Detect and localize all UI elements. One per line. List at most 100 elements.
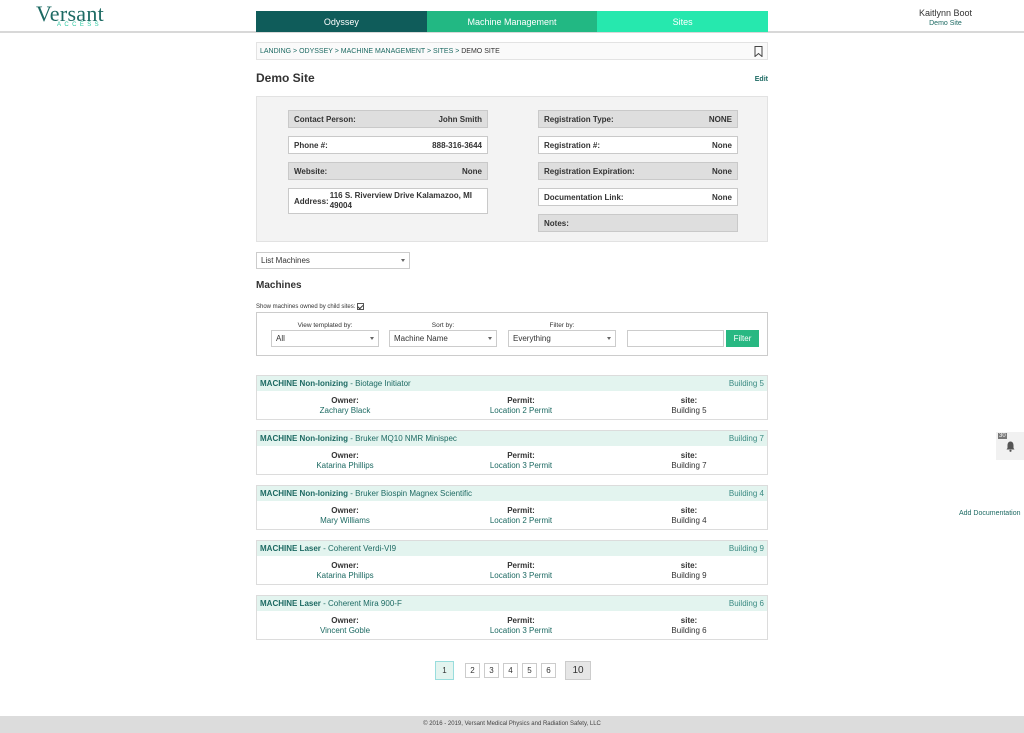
page-10-button[interactable]: 10 <box>565 661 591 680</box>
field-value: None <box>712 140 732 150</box>
nav-machine-management[interactable]: Machine Management <box>426 11 598 32</box>
owner-label: Owner: <box>331 506 359 515</box>
field-label: Contact Person: <box>294 114 356 124</box>
field-value: None <box>712 166 732 176</box>
page-2-button[interactable]: 2 <box>465 663 480 678</box>
child-sites-checkbox[interactable] <box>357 303 365 310</box>
permit-label: Permit: <box>507 616 535 625</box>
site-column: site: Building 4 <box>629 506 749 525</box>
site-label: site: <box>680 561 698 570</box>
machine-type: MACHINE Laser <box>260 544 321 553</box>
bookmark-icon[interactable] <box>754 46 763 57</box>
list-type-select[interactable]: List Machines <box>256 252 410 269</box>
edit-link[interactable]: Edit <box>755 76 768 83</box>
site-column: site: Building 5 <box>629 396 749 415</box>
phone-field: Phone #: 888-316-3644 <box>288 136 488 154</box>
website-field: Website: None <box>288 162 488 180</box>
owner-label: Owner: <box>331 616 359 625</box>
owner-value[interactable]: Zachary Black <box>285 406 405 415</box>
footer: © 2016 - 2019, Versant Medical Physics a… <box>0 716 1024 733</box>
page-5-button[interactable]: 5 <box>522 663 537 678</box>
sort-by-select[interactable]: Machine Name <box>389 330 497 347</box>
owner-column: Owner: Katarina Phillips <box>285 561 405 580</box>
breadcrumb-current: DEMO SITE <box>461 48 500 55</box>
owner-value[interactable]: Mary Williams <box>285 516 405 525</box>
machine-card-header[interactable]: MACHINE Non-Ionizing - Bruker MQ10 NMR M… <box>257 431 767 446</box>
field-label: Registration Expiration: <box>544 166 635 176</box>
site-column: site: Building 6 <box>629 616 749 635</box>
page-1-button[interactable]: 1 <box>435 661 454 680</box>
site-value: Building 5 <box>671 406 707 415</box>
select-value: Machine Name <box>394 334 448 343</box>
filter-text-input[interactable] <box>627 330 724 347</box>
permit-value[interactable]: Location 3 Permit <box>461 626 581 635</box>
permit-value[interactable]: Location 2 Permit <box>461 406 581 415</box>
versant-logo[interactable]: Versant ACCESS <box>36 3 104 29</box>
filter-panel: View templated by: All Sort by: Machine … <box>256 312 768 356</box>
breadcrumb-path[interactable]: LANDING > ODYSSEY > MACHINE MANAGEMENT >… <box>260 48 461 55</box>
page-3-button[interactable]: 3 <box>484 663 499 678</box>
owner-column: Owner: Vincent Goble <box>285 616 405 635</box>
machine-card-header[interactable]: MACHINE Non-Ionizing - Biotage Initiator… <box>257 376 767 391</box>
field-value[interactable]: None <box>712 193 732 202</box>
machine-building: Building 4 <box>728 489 764 498</box>
top-bar: Versant ACCESS Odyssey Machine Managemen… <box>0 0 1024 33</box>
chevron-down-icon <box>488 337 492 340</box>
owner-value[interactable]: Vincent Goble <box>285 626 405 635</box>
chevron-down-icon <box>370 337 374 340</box>
site-column: site: Building 7 <box>629 451 749 470</box>
owner-label: Owner: <box>331 451 359 460</box>
field-value: NONE <box>708 114 732 124</box>
notifications-button[interactable]: 30 <box>996 432 1024 460</box>
site-value: Building 6 <box>671 626 707 635</box>
child-sites-toggle: Show machines owned by child sites: <box>256 303 365 310</box>
site-value: Building 7 <box>671 461 707 470</box>
machine-card: MACHINE Laser - Coherent Verdi-VI9 Buildi… <box>256 540 768 585</box>
machine-card-header[interactable]: MACHINE Non-Ionizing - Bruker Biospin Ma… <box>257 486 767 501</box>
field-label: Documentation Link: <box>544 192 624 202</box>
page-4-button[interactable]: 4 <box>503 663 518 678</box>
machine-type: MACHINE Non-Ionizing <box>260 489 348 498</box>
registration-expiration-field: Registration Expiration: None <box>538 162 738 180</box>
page-6-button[interactable]: 6 <box>541 663 556 678</box>
owner-column: Owner: Mary Williams <box>285 506 405 525</box>
machines-heading: Machines <box>256 280 302 291</box>
filter-by-select[interactable]: Everything <box>508 330 616 347</box>
machine-card: MACHINE Laser - Coherent Mira 900-F Build… <box>256 595 768 640</box>
machine-card-header[interactable]: MACHINE Laser - Coherent Mira 900-F Build… <box>257 596 767 611</box>
machine-building: Building 7 <box>728 434 764 443</box>
owner-value[interactable]: Katarina Phillips <box>285 461 405 470</box>
child-sites-label: Show machines owned by child sites: <box>256 303 356 310</box>
permit-label: Permit: <box>507 451 535 460</box>
nav-sites[interactable]: Sites <box>597 11 769 32</box>
view-templated-select[interactable]: All <box>271 330 379 347</box>
field-label: Address: <box>294 196 329 206</box>
site-label: site: <box>680 396 698 405</box>
permit-value[interactable]: Location 3 Permit <box>461 461 581 470</box>
bell-icon <box>1006 441 1015 452</box>
add-documentation-link[interactable]: Add Documentation <box>959 510 1020 517</box>
machine-building: Building 9 <box>728 544 764 553</box>
main-nav: Odyssey Machine Management Sites <box>256 11 769 32</box>
registration-number-field: Registration #: None <box>538 136 738 154</box>
machine-building: Building 6 <box>728 599 764 608</box>
machine-name: - Coherent Verdi-VI9 <box>320 544 397 553</box>
field-value: 888-316-3644 <box>432 140 482 150</box>
registration-type-field: Registration Type: NONE <box>538 110 738 128</box>
owner-value[interactable]: Katarina Phillips <box>285 571 405 580</box>
field-label: Registration #: <box>544 140 601 150</box>
site-value: Building 4 <box>671 516 707 525</box>
filter-button[interactable]: Filter <box>726 330 759 347</box>
page-title: Demo Site <box>256 71 315 85</box>
permit-value[interactable]: Location 3 Permit <box>461 571 581 580</box>
select-value: List Machines <box>261 256 310 265</box>
user-menu[interactable]: Kaitlynn Boot Demo Site <box>919 8 972 27</box>
nav-odyssey[interactable]: Odyssey <box>256 11 427 32</box>
permit-column: Permit: Location 3 Permit <box>461 616 581 635</box>
field-value: John Smith <box>438 114 482 124</box>
permit-label: Permit: <box>507 506 535 515</box>
permit-value[interactable]: Location 2 Permit <box>461 516 581 525</box>
view-templated-label: View templated by: <box>297 322 353 329</box>
machine-name: - Bruker MQ10 NMR Minispec <box>347 434 457 443</box>
machine-card-header[interactable]: MACHINE Laser - Coherent Verdi-VI9 Buildi… <box>257 541 767 556</box>
